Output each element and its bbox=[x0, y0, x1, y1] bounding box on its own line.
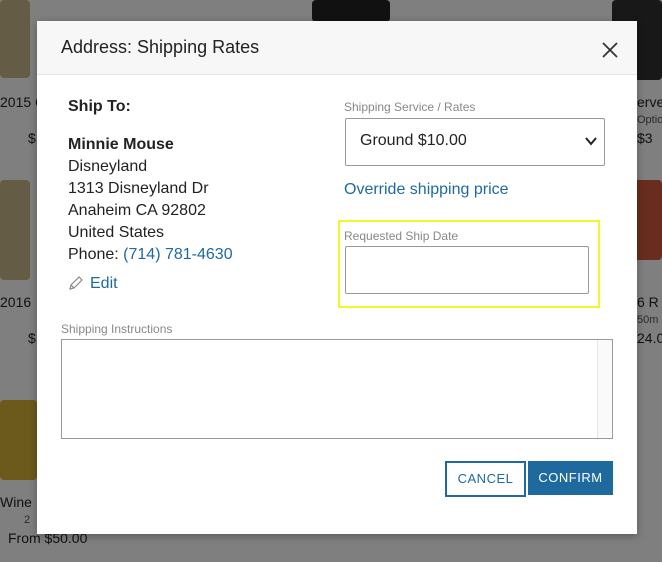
shipping-instructions-label: Shipping Instructions bbox=[61, 322, 173, 336]
recipient-street: 1313 Disneyland Dr bbox=[68, 180, 209, 197]
textarea-scrollbar[interactable] bbox=[597, 340, 612, 438]
recipient-country: United States bbox=[68, 224, 165, 241]
modal-header: Address: Shipping Rates bbox=[37, 21, 637, 75]
chevron-down-icon bbox=[585, 137, 597, 146]
edit-label: Edit bbox=[90, 275, 118, 292]
edit-address-link[interactable]: Edit bbox=[68, 275, 118, 293]
confirm-button[interactable]: CONFIRM bbox=[528, 461, 613, 495]
override-shipping-price-link[interactable]: Override shipping price bbox=[344, 181, 509, 199]
shipping-service-label: Shipping Service / Rates bbox=[344, 100, 476, 114]
phone-link[interactable]: (714) 781-4630 bbox=[123, 246, 232, 263]
shipping-instructions-textarea[interactable] bbox=[61, 339, 613, 439]
ship-date-label: Requested Ship Date bbox=[344, 229, 459, 243]
shipping-rates-modal: Address: Shipping Rates Ship To: Minnie … bbox=[37, 21, 637, 534]
modal-title: Address: Shipping Rates bbox=[61, 37, 260, 57]
recipient-company: Disneyland bbox=[68, 158, 148, 175]
recipient-phone-row: Phone: (714) 781-4630 bbox=[68, 246, 233, 264]
ship-to-heading: Ship To: bbox=[68, 98, 131, 115]
recipient-name: Minnie Mouse bbox=[68, 136, 174, 153]
shipping-service-select[interactable]: Ground $10.00 bbox=[345, 118, 605, 166]
close-icon[interactable] bbox=[599, 39, 621, 61]
shipping-service-value: Ground $10.00 bbox=[360, 132, 467, 149]
pencil-icon bbox=[69, 276, 83, 290]
cancel-button[interactable]: CANCEL bbox=[445, 461, 526, 497]
recipient-city: Anaheim CA 92802 bbox=[68, 202, 206, 219]
ship-date-input[interactable] bbox=[345, 246, 589, 294]
phone-label: Phone: bbox=[68, 246, 119, 263]
